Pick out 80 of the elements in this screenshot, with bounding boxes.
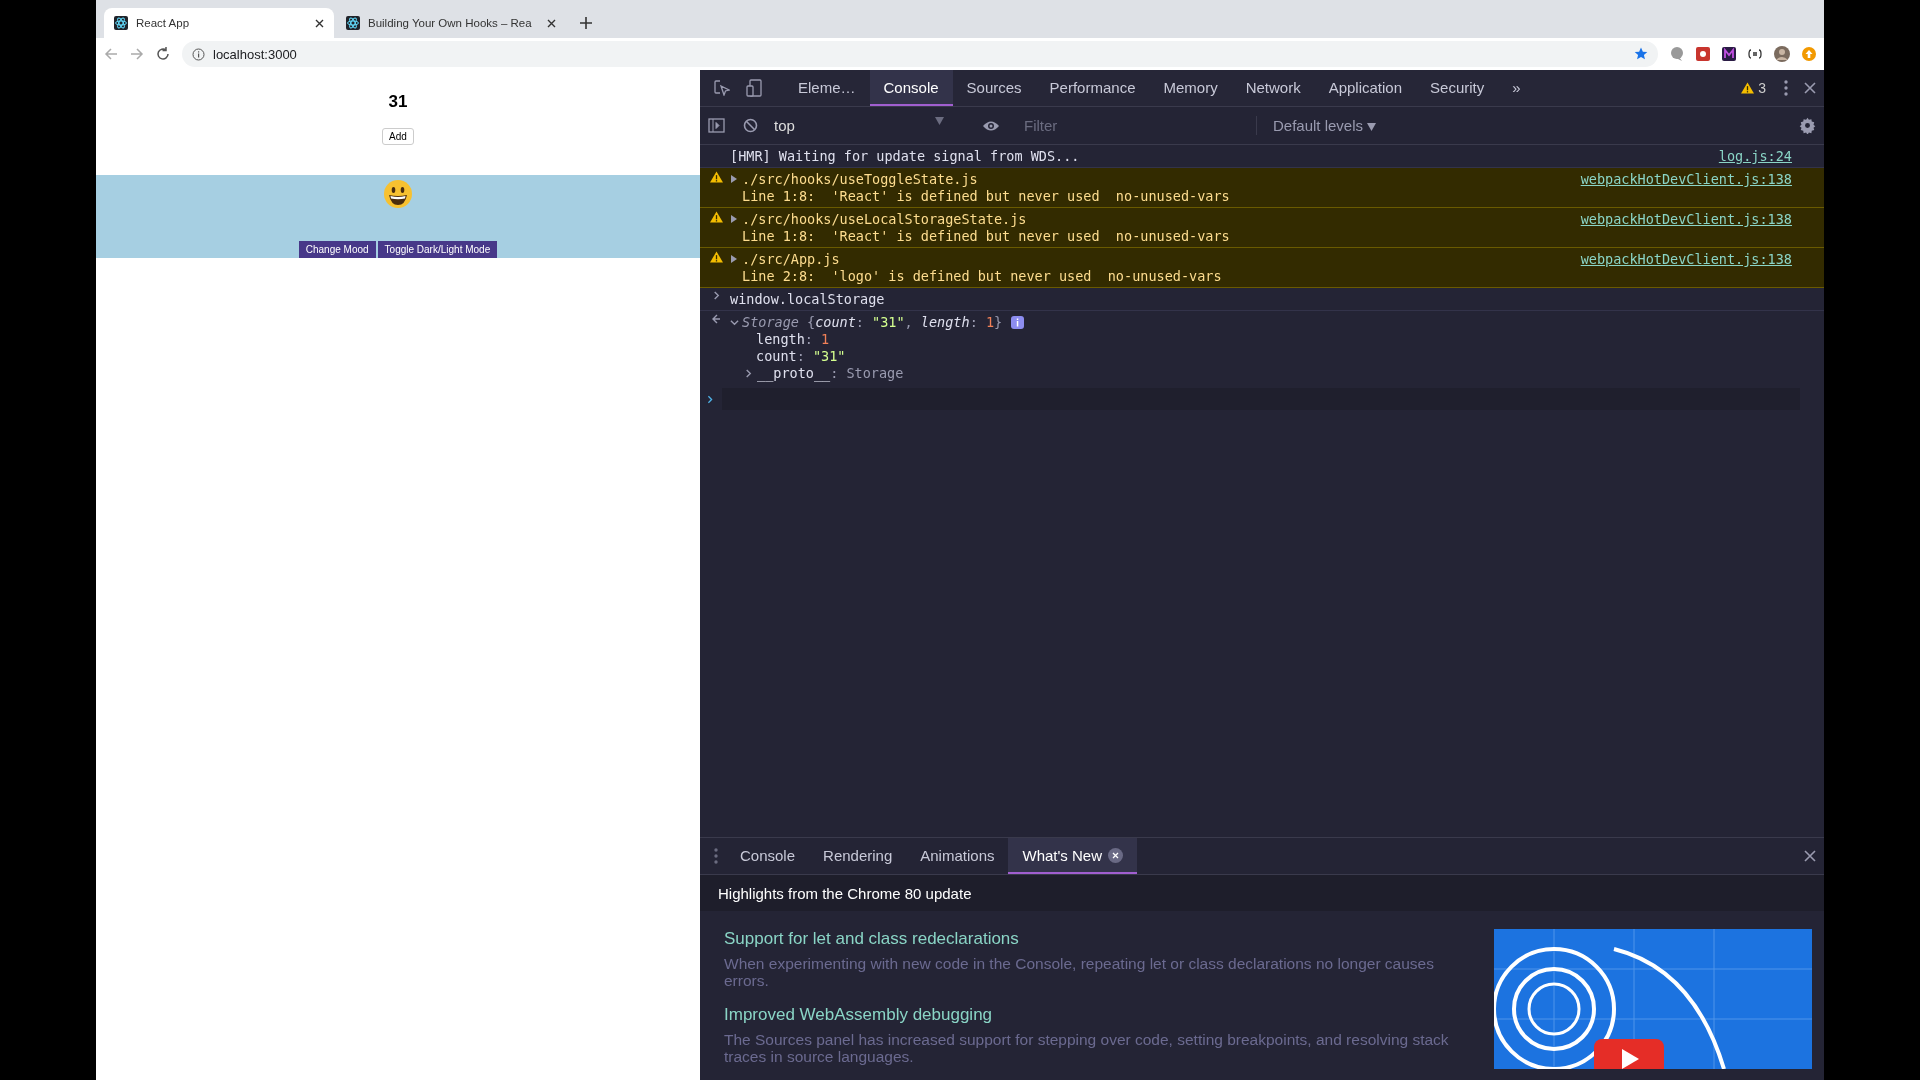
warning-message: Line 2:8: 'logo' is defined but never used no-unused-vars bbox=[741, 268, 1223, 284]
avatar-icon[interactable] bbox=[1774, 46, 1790, 62]
menu-icon[interactable] bbox=[714, 848, 718, 864]
counter-value: 31 bbox=[388, 92, 408, 112]
console-message: [HMR] Waiting for update signal from WDS... bbox=[730, 148, 1081, 164]
close-icon[interactable] bbox=[315, 18, 324, 28]
warning-icon bbox=[709, 211, 723, 223]
warning-counter[interactable]: 3 bbox=[1731, 70, 1776, 106]
source-link[interactable]: webpackHotDevClient.js:138 bbox=[1580, 251, 1792, 284]
extension-icon[interactable] bbox=[1696, 47, 1710, 61]
object-property: count: "31" bbox=[755, 348, 847, 364]
inspect-icon[interactable] bbox=[714, 80, 730, 96]
object-property: length: 1 bbox=[755, 331, 831, 347]
menu-icon[interactable] bbox=[1784, 80, 1788, 96]
drawer-tab[interactable]: Animations bbox=[906, 838, 1009, 874]
close-icon[interactable] bbox=[1108, 847, 1124, 863]
clear-console-icon[interactable] bbox=[743, 118, 758, 133]
add-button[interactable]: Add bbox=[382, 128, 414, 145]
settings-icon[interactable] bbox=[1799, 117, 1816, 134]
close-icon[interactable] bbox=[547, 18, 556, 28]
info-icon[interactable] bbox=[1011, 315, 1025, 329]
mood-button[interactable]: Toggle Dark/Light Mode bbox=[377, 241, 498, 258]
filter-field[interactable]: Filter bbox=[1022, 116, 1257, 135]
atom-icon bbox=[114, 16, 128, 30]
smiley-icon bbox=[383, 179, 413, 209]
warning-message: Line 1:8: 'React' is defined but never used no-unused-vars bbox=[741, 228, 1231, 244]
devtools-tab[interactable]: Sources bbox=[952, 70, 1036, 106]
levels-dropdown[interactable]: Default levels bbox=[1273, 117, 1377, 134]
devtools-tab[interactable]: Network bbox=[1231, 70, 1315, 106]
devtools-tab[interactable]: Eleme… bbox=[784, 70, 870, 106]
devtools-tab[interactable]: Performance bbox=[1035, 70, 1150, 106]
extension-icon[interactable] bbox=[1722, 47, 1736, 61]
feature-description: When experimenting with new code in the Console, repeating let or class declarations no longer causes errors. bbox=[724, 955, 1435, 989]
atom-icon bbox=[346, 16, 360, 30]
object-summary: Storage {count: "31", length: 1} bbox=[742, 314, 1003, 330]
source-link[interactable]: webpackHotDevClient.js:138 bbox=[1580, 171, 1792, 204]
mood-button[interactable]: Change Mood bbox=[298, 241, 376, 258]
devtools-tab[interactable]: Console bbox=[869, 70, 953, 106]
feature-link[interactable]: Support for let and class redeclarations bbox=[724, 929, 1454, 949]
source-link[interactable]: webpackHotDevClient.js:138 bbox=[1580, 211, 1792, 244]
address-bar[interactable]: localhost:3000 bbox=[182, 41, 1658, 67]
feature-link[interactable]: Improved WebAssembly debugging bbox=[724, 1005, 1454, 1025]
reload-icon[interactable] bbox=[156, 47, 170, 61]
object-property: __proto__: Storage bbox=[757, 365, 904, 381]
eye-icon[interactable] bbox=[982, 119, 1000, 132]
star-icon[interactable] bbox=[1634, 47, 1648, 61]
warning-file: ./src/hooks/useToggleState.js bbox=[742, 171, 978, 187]
feature-description: The Sources panel has increased support for stepping over code, setting breakpoints, and resolving stack traces in source languages. bbox=[724, 1031, 1450, 1065]
dropdown-caret-icon bbox=[1367, 123, 1377, 131]
extension-icon[interactable] bbox=[1748, 49, 1762, 59]
speech-bubble-icon[interactable] bbox=[1670, 47, 1684, 61]
warning-icon bbox=[709, 171, 723, 183]
expand-arrow-icon[interactable] bbox=[730, 255, 738, 263]
browser-tab[interactable]: React App bbox=[104, 8, 334, 38]
close-icon[interactable] bbox=[1804, 850, 1816, 862]
source-link[interactable]: log.js:24 bbox=[1718, 148, 1792, 164]
drawer-tab[interactable]: What's New bbox=[1008, 838, 1138, 874]
sidebar-toggle-icon[interactable] bbox=[708, 118, 725, 133]
return-arrow-icon bbox=[711, 314, 721, 324]
expand-arrow-icon[interactable] bbox=[730, 175, 738, 183]
new-tab-icon[interactable] bbox=[580, 17, 592, 29]
devtools-tab[interactable]: Memory bbox=[1149, 70, 1232, 106]
command-text: window.localStorage bbox=[730, 291, 885, 307]
warning-icon bbox=[1741, 82, 1755, 94]
dropdown-caret-icon bbox=[935, 117, 944, 125]
devtools-tab[interactable]: Security bbox=[1416, 70, 1499, 106]
warning-icon bbox=[709, 251, 723, 263]
drawer-tab[interactable]: Console bbox=[726, 838, 810, 874]
context-select[interactable]: top bbox=[766, 117, 952, 134]
warning-file: ./src/App.js bbox=[742, 251, 840, 267]
more-tabs-button[interactable]: » bbox=[1498, 70, 1535, 106]
devtools-tab[interactable]: Application bbox=[1314, 70, 1417, 106]
warning-message: Line 1:8: 'React' is defined but never used no-unused-vars bbox=[741, 188, 1231, 204]
browser-tab[interactable]: Building Your Own Hooks – Rea bbox=[336, 8, 566, 38]
warning-file: ./src/hooks/useLocalStorageState.js bbox=[742, 211, 1027, 227]
close-icon[interactable] bbox=[1804, 82, 1816, 94]
expand-arrow-icon[interactable] bbox=[730, 215, 738, 223]
whats-new-heading: Highlights from the Chrome 80 update bbox=[700, 875, 1824, 911]
device-icon[interactable] bbox=[746, 79, 762, 97]
drawer-tab[interactable]: Rendering bbox=[809, 838, 907, 874]
